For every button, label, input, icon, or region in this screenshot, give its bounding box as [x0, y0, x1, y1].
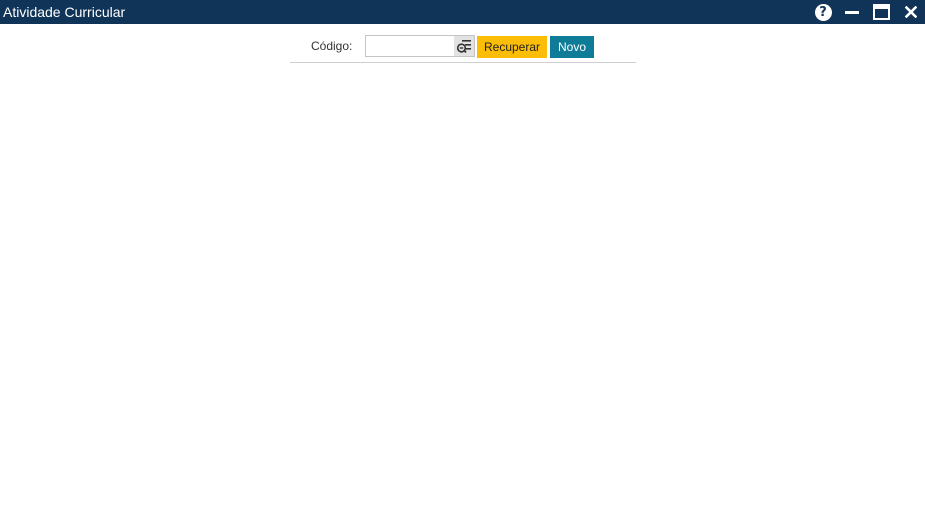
codigo-lookup-button[interactable]	[454, 36, 474, 56]
window-title: Atividade Curricular	[3, 4, 126, 20]
search-toolbar: Código: Recuperar Novo	[290, 34, 636, 58]
window-controls: ?	[814, 0, 925, 24]
minimize-button[interactable]	[844, 0, 860, 24]
codigo-label: Código:	[311, 39, 353, 53]
codigo-input[interactable]	[366, 36, 454, 56]
close-icon	[905, 6, 917, 18]
novo-button[interactable]: Novo	[550, 36, 594, 58]
codigo-field	[365, 35, 475, 57]
window-titlebar: Atividade Curricular ?	[0, 0, 925, 24]
maximize-icon	[872, 4, 890, 20]
search-list-icon	[456, 40, 471, 54]
help-circle-icon: ?	[814, 3, 832, 21]
minimize-icon	[845, 11, 859, 14]
maximize-button[interactable]	[872, 0, 890, 24]
help-button[interactable]: ?	[814, 0, 832, 24]
close-button[interactable]	[904, 0, 918, 24]
toolbar-divider	[290, 62, 636, 63]
recuperar-button[interactable]: Recuperar	[477, 36, 547, 58]
